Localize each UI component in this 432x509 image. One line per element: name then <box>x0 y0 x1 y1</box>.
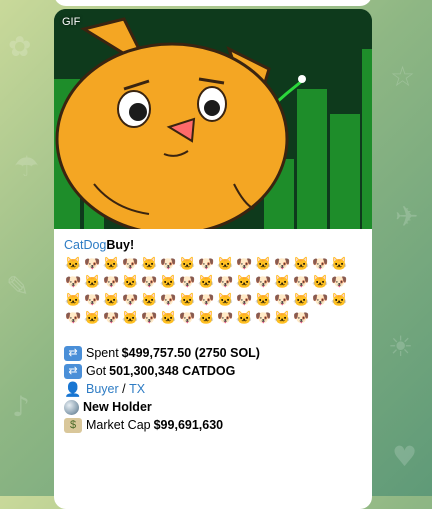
money-icon: $ <box>64 417 82 433</box>
dog-emoji-icon: 🐶 <box>84 292 101 307</box>
person-icon: 👤 <box>64 381 82 397</box>
dog-emoji-icon: 🐶 <box>293 310 310 325</box>
cat-emoji-icon: 🐱 <box>84 310 101 325</box>
token-link[interactable]: CatDog <box>64 236 106 254</box>
dog-emoji-icon: 🐶 <box>274 292 291 307</box>
doodle-icon: ✿ <box>8 30 32 63</box>
cat-emoji-icon: 🐱 <box>331 256 348 271</box>
spent-label: Spent <box>86 346 119 360</box>
doodle-icon: ✈ <box>395 200 419 233</box>
cat-emoji-icon: 🐱 <box>103 256 120 271</box>
dog-emoji-icon: 🐶 <box>103 310 120 325</box>
dog-emoji-icon: 🐶 <box>65 310 82 325</box>
doodle-icon: ☂ <box>14 150 40 183</box>
dog-emoji-icon: 🐶 <box>255 274 272 289</box>
cat-emoji-icon: 🐱 <box>198 310 215 325</box>
dog-emoji-icon: 🐶 <box>179 310 196 325</box>
mcap-label: Market Cap <box>86 418 151 432</box>
cat-emoji-icon: 🐱 <box>141 292 158 307</box>
dog-emoji-icon: 🐶 <box>236 292 253 307</box>
cat-emoji-icon: 🐱 <box>293 292 310 307</box>
emoji-grid: 🐱 🐶 🐱 🐶 🐱 🐶 🐱 🐶 🐱 🐶 🐱 🐶 🐱 🐶 🐱🐶 🐱 🐶 🐱 🐶 🐱 🐶 🐱 🐶 🐱 🐶 🐱 🐶 🐱 🐶🐱 🐶 🐱 🐶 🐱 🐶 🐱 🐶 🐱 🐶… <box>64 255 354 327</box>
got-value: 501,300,348 CATDOG <box>109 364 236 378</box>
dog-emoji-icon: 🐶 <box>141 310 158 325</box>
dog-emoji-icon: 🐶 <box>274 256 291 271</box>
cat-emoji-icon: 🐱 <box>331 292 348 307</box>
cat-emoji-icon: 🐱 <box>293 256 310 271</box>
doodle-icon: ✎ <box>6 270 30 303</box>
dog-emoji-icon: 🐶 <box>122 256 139 271</box>
dog-emoji-icon: 🐶 <box>312 292 329 307</box>
buyer-link[interactable]: Buyer <box>86 380 119 398</box>
got-label: Got <box>86 364 107 378</box>
new-holder-line: New Holder <box>64 398 362 416</box>
dog-emoji-icon: 🐶 <box>217 274 234 289</box>
dog-emoji-icon: 🐶 <box>160 256 177 271</box>
spent-value: $499,757.50 (2750 SOL) <box>121 346 260 360</box>
cat-emoji-icon: 🐱 <box>312 274 329 289</box>
doodle-icon: ☆ <box>390 60 416 93</box>
cat-emoji-icon: 🐱 <box>274 274 291 289</box>
cat-emoji-icon: 🐱 <box>65 292 82 307</box>
cat-emoji-icon: 🐱 <box>179 256 196 271</box>
cat-emoji-icon: 🐱 <box>103 292 120 307</box>
link-separator: / <box>118 382 130 396</box>
shuffle-icon: ⇄ <box>64 363 82 379</box>
cat-emoji-icon: 🐱 <box>84 274 101 289</box>
cat-emoji-icon: 🐱 <box>122 274 139 289</box>
dog-emoji-icon: 🐶 <box>198 256 215 271</box>
dog-emoji-icon: 🐶 <box>293 274 310 289</box>
doodle-icon: ♪ <box>12 390 30 423</box>
cat-emoji-icon: 🐱 <box>160 274 177 289</box>
dog-emoji-icon: 🐶 <box>122 292 139 307</box>
dog-emoji-icon: 🐶 <box>217 310 234 325</box>
previous-message-edge <box>54 0 372 6</box>
gif-badge: GIF <box>62 16 81 28</box>
buy-label: Buy! <box>106 238 135 252</box>
gif-media[interactable]: GIF <box>54 9 372 229</box>
dog-emoji-icon: 🐶 <box>103 274 120 289</box>
catdog-gif <box>54 9 372 229</box>
cat-emoji-icon: 🐱 <box>255 256 272 271</box>
new-holder-label: New Holder <box>83 400 152 414</box>
globe-icon <box>64 399 79 415</box>
tx-link[interactable]: TX <box>129 380 145 398</box>
cat-emoji-icon: 🐱 <box>160 310 177 325</box>
dog-emoji-icon: 🐶 <box>198 292 215 307</box>
cat-emoji-icon: 🐱 <box>217 292 234 307</box>
doodle-icon: ☀ <box>388 330 414 363</box>
cat-emoji-icon: 🐱 <box>274 310 291 325</box>
cat-emoji-icon: 🐱 <box>141 256 158 271</box>
doodle-icon: ♥ <box>392 440 418 473</box>
message-text: CatDog Buy! 🐱 🐶 🐱 🐶 🐱 🐶 🐱 🐶 🐱 🐶 🐱 🐶 🐱 🐶 🐱🐶 🐱 🐶 🐱 🐶 🐱 🐶 🐱 🐶 🐱 🐶 🐱 🐶… <box>54 229 372 434</box>
dog-emoji-icon: 🐶 <box>236 256 253 271</box>
cat-emoji-icon: 🐱 <box>236 310 253 325</box>
dog-emoji-icon: 🐶 <box>331 274 348 289</box>
mcap-value: $99,691,630 <box>153 418 224 432</box>
cat-emoji-icon: 🐱 <box>198 274 215 289</box>
title-line: CatDog Buy! <box>64 236 362 254</box>
mcap-line: $ Market Cap $99,691,630 <box>64 416 362 434</box>
message-bubble: GIF CatDog Buy! 🐱 🐶 🐱 🐶 🐱 🐶 🐱 🐶 🐱 🐶 🐱 🐶 🐱 🐶 🐱🐶 🐱 🐶 🐱 🐶 🐱 🐶 🐱 🐶… <box>54 9 372 509</box>
dog-emoji-icon: 🐶 <box>84 256 101 271</box>
cat-emoji-icon: 🐱 <box>236 274 253 289</box>
cat-emoji-icon: 🐱 <box>255 292 272 307</box>
cat-emoji-icon: 🐱 <box>65 256 82 271</box>
dog-emoji-icon: 🐶 <box>179 274 196 289</box>
links-line: 👤 Buyer / TX <box>64 380 362 398</box>
dog-emoji-icon: 🐶 <box>312 256 329 271</box>
got-line: ⇄ Got 501,300,348 CATDOG <box>64 362 362 380</box>
shuffle-icon: ⇄ <box>64 345 82 361</box>
cat-emoji-icon: 🐱 <box>179 292 196 307</box>
cat-emoji-icon: 🐱 <box>217 256 234 271</box>
dog-emoji-icon: 🐶 <box>141 274 158 289</box>
dog-emoji-icon: 🐶 <box>160 292 177 307</box>
cat-emoji-icon: 🐱 <box>122 310 139 325</box>
dog-emoji-icon: 🐶 <box>65 274 82 289</box>
spent-line: ⇄ Spent $499,757.50 (2750 SOL) <box>64 344 362 362</box>
dog-emoji-icon: 🐶 <box>255 310 272 325</box>
